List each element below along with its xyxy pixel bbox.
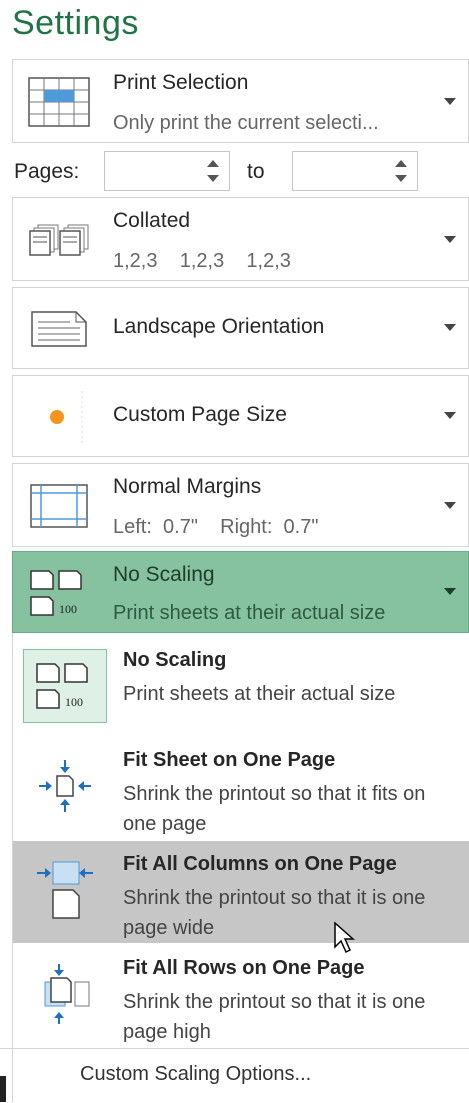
chevron-down-icon[interactable] [444, 324, 456, 331]
scaling-dropdown[interactable]: 100 No Scaling Print sheets at their act… [12, 551, 469, 633]
collate-label: Collated [113, 209, 191, 232]
orientation-dropdown[interactable]: Landscape Orientation [12, 287, 469, 369]
custom-scaling-label: Custom Scaling Options... [80, 1063, 312, 1085]
page-size-label: Custom Page Size [113, 403, 287, 426]
spin-up-icon[interactable] [207, 160, 219, 167]
menu-item-title: Fit Sheet on One Page [123, 749, 336, 771]
print-selection-icon [19, 68, 99, 136]
pages-from-input[interactable] [104, 151, 230, 191]
pages-to-label: to [247, 160, 265, 183]
pages-to-input[interactable] [292, 151, 418, 191]
menu-item-title: Fit All Columns on One Page [123, 853, 397, 875]
page-size-icon [19, 384, 99, 450]
print-what-dropdown[interactable]: Print Selection Only print the current s… [12, 59, 469, 143]
scaling-desc: Print sheets at their actual size [113, 602, 386, 624]
menu-item-desc: Print sheets at their actual size [123, 683, 396, 705]
fit-rows-icon [23, 957, 107, 1031]
pages-label: Pages: [14, 160, 80, 183]
spin-up-icon[interactable] [395, 160, 407, 167]
scaling-menu: 100 No Scaling Print sheets at their act… [12, 633, 469, 1102]
margins-desc: Left: 0.7" Right: 0.7" [113, 516, 319, 538]
fit-columns-icon [23, 853, 107, 927]
menu-item-desc: Shrink the printout so that it is one pa… [123, 887, 426, 939]
scaling-label: No Scaling [113, 563, 215, 586]
menu-item-fit-sheet[interactable]: Fit Sheet on One Page Shrink the printou… [13, 737, 469, 839]
fit-sheet-icon [23, 749, 107, 823]
chevron-down-icon[interactable] [444, 502, 456, 509]
spin-down-icon[interactable] [395, 175, 407, 182]
chevron-down-icon[interactable] [444, 98, 456, 105]
print-what-label: Print Selection [113, 71, 249, 94]
spin-down-icon[interactable] [207, 175, 219, 182]
menu-item-title: Fit All Rows on One Page [123, 957, 365, 979]
margins-icon [19, 472, 99, 540]
menu-item-fit-columns[interactable]: Fit All Columns on One Page Shrink the p… [13, 841, 469, 954]
scale-100-label: 100 [65, 695, 83, 709]
chevron-down-icon[interactable] [444, 588, 456, 595]
window-edge [0, 1076, 6, 1102]
menu-item-desc: Shrink the printout so that it is one pa… [123, 991, 426, 1043]
collate-desc: 1,2,3 1,2,3 1,2,3 [113, 250, 291, 272]
margins-label: Normal Margins [113, 475, 262, 498]
collate-dropdown[interactable]: Collated 1,2,3 1,2,3 1,2,3 [12, 197, 469, 281]
collate-icon [19, 206, 99, 274]
orientation-label: Landscape Orientation [113, 315, 325, 338]
print-what-desc: Only print the current selecti... [113, 112, 379, 134]
no-scaling-icon: 100 [19, 558, 99, 628]
menu-item-title: No Scaling [123, 649, 227, 671]
scale-100-label: 100 [59, 602, 77, 616]
chevron-down-icon[interactable] [444, 236, 456, 243]
chevron-down-icon[interactable] [444, 412, 456, 419]
margins-dropdown[interactable]: Normal Margins Left: 0.7" Right: 0.7" [12, 463, 469, 547]
menu-item-fit-rows[interactable]: Fit All Rows on One Page Shrink the prin… [13, 945, 469, 1047]
page-size-dropdown[interactable]: Custom Page Size [12, 375, 469, 457]
menu-item-no-scaling[interactable]: 100 No Scaling Print sheets at their act… [13, 639, 469, 735]
settings-heading: Settings [12, 4, 139, 42]
pages-row: Pages: to [0, 147, 469, 197]
no-scaling-icon: 100 [23, 649, 107, 723]
custom-scaling-options[interactable]: Custom Scaling Options... [0, 1048, 469, 1103]
landscape-icon [19, 296, 99, 362]
menu-item-desc: Shrink the printout so that it fits on o… [123, 783, 426, 835]
